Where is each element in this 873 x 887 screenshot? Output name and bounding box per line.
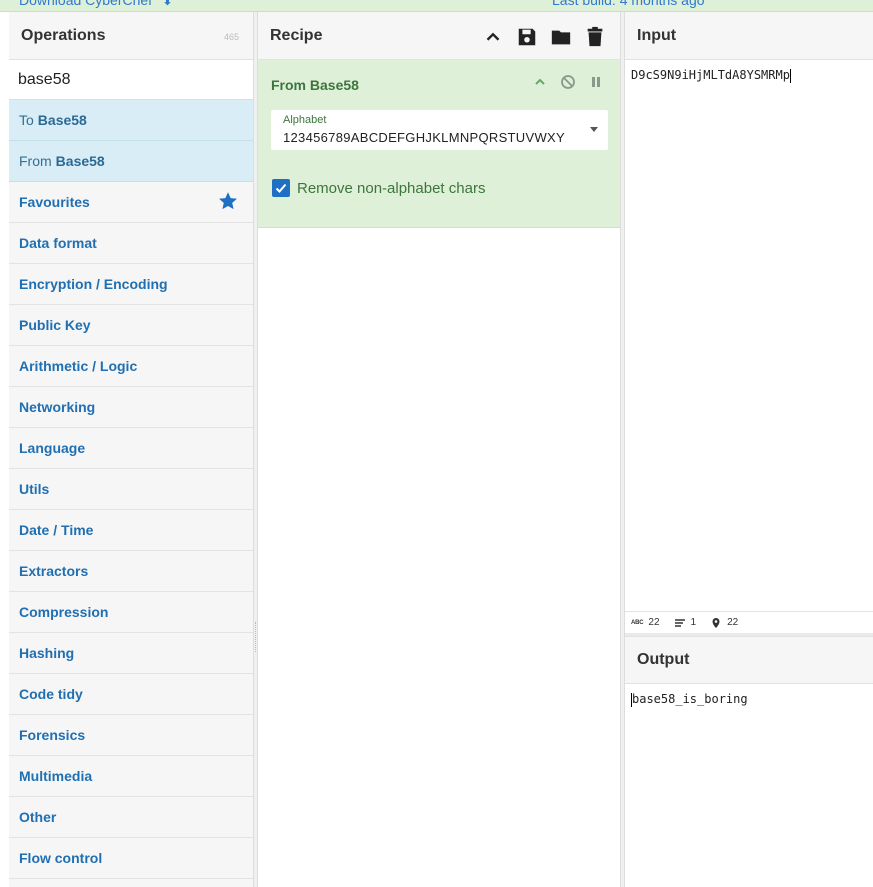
category-label: Multimedia xyxy=(19,768,93,784)
category-label: Hashing xyxy=(19,645,75,661)
category-label: Public Key xyxy=(19,317,91,333)
disable-icon[interactable] xyxy=(560,74,576,90)
length-value: 22 xyxy=(648,617,660,628)
alphabet-label: Alphabet xyxy=(283,114,327,126)
recipe-operation-controls xyxy=(532,74,604,90)
result-from-base58[interactable]: From Base58 xyxy=(9,141,253,182)
category-date-time[interactable]: Date / Time xyxy=(9,510,253,551)
input-status-bar: ABC 22 1 22 xyxy=(625,612,873,636)
alphabet-select[interactable]: Alphabet 123456789ABCDEFGHJKLMNPQRSTUVWX… xyxy=(271,110,608,150)
category-networking[interactable]: Networking xyxy=(9,387,253,428)
position-stat: 22 xyxy=(710,617,738,629)
trash-icon[interactable] xyxy=(584,26,606,48)
cyberchef-app: Download CyberChef ⬇ Last build: 4 month… xyxy=(0,0,873,887)
category-extractors[interactable]: Extractors xyxy=(9,551,253,592)
category-public-key[interactable]: Public Key xyxy=(9,305,253,346)
category-label: Flow control xyxy=(19,850,103,866)
category-label: Date / Time xyxy=(19,522,94,538)
category-compression[interactable]: Compression xyxy=(9,592,253,633)
category-arithmetic-logic[interactable]: Arithmetic / Logic xyxy=(9,346,253,387)
category-encryption-encoding[interactable]: Encryption / Encoding xyxy=(9,264,253,305)
remove-non-alphabet-option[interactable]: Remove non-alphabet chars xyxy=(272,179,485,197)
chevron-up-icon[interactable] xyxy=(532,74,548,90)
remove-non-alphabet-label: Remove non-alphabet chars xyxy=(297,179,486,197)
category-label: Networking xyxy=(19,399,96,415)
category-label: Other xyxy=(19,809,57,825)
result-match: Base58 xyxy=(55,153,105,169)
category-label: Extractors xyxy=(19,563,89,579)
result-to-base58[interactable]: To Base58 xyxy=(9,100,253,141)
category-label: Data format xyxy=(19,235,97,251)
operations-title: Operations xyxy=(21,26,106,44)
output-header: Output xyxy=(625,636,873,684)
lines-value: 1 xyxy=(690,617,697,628)
recipe-pane: Recipe From Base58 Alphabet 123456789ABC… xyxy=(257,12,621,887)
recipe-operation-from-base58[interactable]: From Base58 Alphabet 123456789ABCDEFGHJK… xyxy=(258,60,620,228)
category-data-format[interactable]: Data format xyxy=(9,223,253,264)
io-pane: Input D9cS9N9iHjMLTdA8YSMRMp ABC 22 1 22… xyxy=(624,12,873,887)
result-prefix: To xyxy=(19,112,34,128)
category-hashing[interactable]: Hashing xyxy=(9,633,253,674)
category-utils[interactable]: Utils xyxy=(9,469,253,510)
position-value: 22 xyxy=(727,617,739,628)
result-prefix: From xyxy=(19,153,52,169)
category-label: Language xyxy=(19,440,86,456)
category-label: Arithmetic / Logic xyxy=(19,358,138,374)
category-language[interactable]: Language xyxy=(9,428,253,469)
recipe-operation-title: From Base58 xyxy=(271,77,359,93)
lines-icon xyxy=(674,618,685,627)
search-input[interactable] xyxy=(18,70,253,89)
save-icon[interactable] xyxy=(516,26,538,48)
top-banner: Download CyberChef ⬇ Last build: 4 month… xyxy=(0,0,873,12)
pause-icon[interactable] xyxy=(588,74,604,90)
recipe-header: Recipe xyxy=(258,12,620,60)
category-label: Compression xyxy=(19,604,109,620)
chevron-up-icon[interactable] xyxy=(482,26,504,48)
check-icon xyxy=(275,183,287,193)
category-multimedia[interactable]: Multimedia xyxy=(9,756,253,797)
length-stat: ABC 22 xyxy=(631,617,660,628)
operations-pane: Operations 465 To Base58 From Base58 Fav… xyxy=(9,12,254,887)
download-icon: ⬇ xyxy=(161,0,173,8)
recipe-title: Recipe xyxy=(270,26,323,44)
output-title: Output xyxy=(637,651,690,668)
input-header: Input xyxy=(625,12,873,60)
input-title: Input xyxy=(637,26,677,44)
input-textarea[interactable]: D9cS9N9iHjMLTdA8YSMRMp xyxy=(625,60,873,612)
category-favourites[interactable]: Favourites xyxy=(9,182,253,223)
category-label: Forensics xyxy=(19,727,86,743)
recipe-toolbar xyxy=(482,26,606,48)
last-build-link[interactable]: Last build: 4 months ago xyxy=(552,0,705,8)
category-label: Utils xyxy=(19,481,50,497)
operations-header: Operations 465 xyxy=(9,12,253,60)
search-results: To Base58 From Base58 xyxy=(9,100,253,182)
alphabet-value: 123456789ABCDEFGHJKLMNPQRSTUVWXY xyxy=(283,130,565,145)
category-other[interactable]: Other xyxy=(9,797,253,838)
location-pin-icon xyxy=(712,617,720,628)
download-label: Download CyberChef xyxy=(19,0,153,8)
operations-search xyxy=(9,60,253,100)
category-label: Favourites xyxy=(19,194,90,210)
input-text: D9cS9N9iHjMLTdA8YSMRMp xyxy=(631,68,790,82)
remove-non-alphabet-checkbox[interactable] xyxy=(272,179,290,197)
operations-count: 465 xyxy=(223,32,239,42)
text-cursor xyxy=(789,68,791,83)
category-forensics[interactable]: Forensics xyxy=(9,715,253,756)
category-code-tidy[interactable]: Code tidy xyxy=(9,674,253,715)
category-flow-control[interactable]: Flow control xyxy=(9,838,253,879)
download-link[interactable]: Download CyberChef ⬇ xyxy=(19,0,173,9)
category-label: Encryption / Encoding xyxy=(19,276,168,292)
result-match: Base58 xyxy=(37,112,87,128)
abc-icon: ABC xyxy=(631,619,644,626)
category-label: Code tidy xyxy=(19,686,83,702)
star-icon xyxy=(219,192,237,210)
output-textarea[interactable]: base58_is_boring xyxy=(625,684,873,715)
caret-down-icon xyxy=(590,127,598,132)
folder-icon[interactable] xyxy=(550,26,572,48)
category-list: Favourites Data format Encryption / Enco… xyxy=(9,182,253,879)
lines-stat: 1 xyxy=(674,617,697,629)
output-text: base58_is_boring xyxy=(632,692,748,706)
